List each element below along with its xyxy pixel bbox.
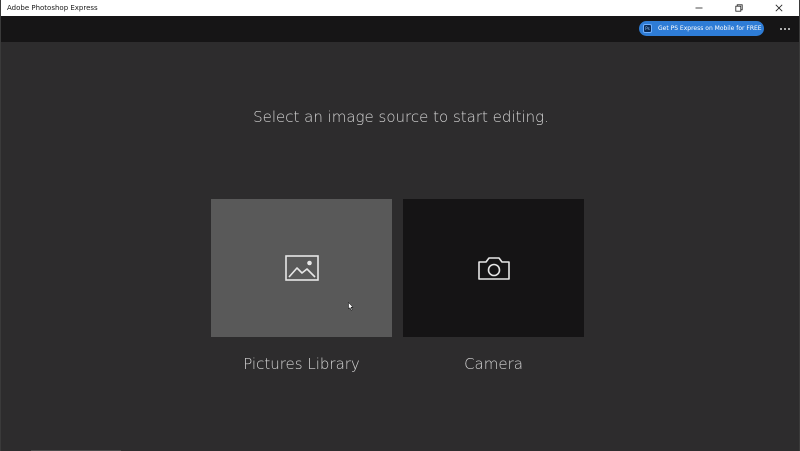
restore-icon xyxy=(735,4,743,12)
image-icon xyxy=(284,255,319,281)
pictures-library-label: Pictures Library xyxy=(243,355,360,373)
pictures-library-tile[interactable] xyxy=(211,199,392,337)
close-button[interactable] xyxy=(759,0,799,16)
window-title: Adobe Photoshop Express xyxy=(7,4,98,12)
camera-label: Camera xyxy=(464,355,523,373)
minimize-icon xyxy=(695,7,703,9)
camera-icon xyxy=(477,257,510,280)
page-prompt: Select an image source to start editing. xyxy=(253,108,549,126)
title-bar: Adobe Photoshop Express xyxy=(1,0,799,16)
mouse-cursor-icon xyxy=(348,302,354,311)
promo-label: Get PS Express on Mobile for FREE xyxy=(658,25,762,32)
ellipsis-icon xyxy=(779,28,782,30)
ps-express-logo-icon: Ps xyxy=(643,24,652,33)
camera-tile[interactable] xyxy=(403,199,584,337)
get-ps-express-mobile-button[interactable]: Ps Get PS Express on Mobile for FREE xyxy=(639,21,764,36)
command-bar: Ps Get PS Express on Mobile for FREE xyxy=(1,16,799,42)
app-window: Adobe Photoshop Express Ps Get PS Expres… xyxy=(0,0,800,451)
close-icon xyxy=(775,4,783,12)
restore-button[interactable] xyxy=(719,0,759,16)
minimize-button[interactable] xyxy=(679,0,719,16)
more-options-button[interactable] xyxy=(777,22,793,36)
